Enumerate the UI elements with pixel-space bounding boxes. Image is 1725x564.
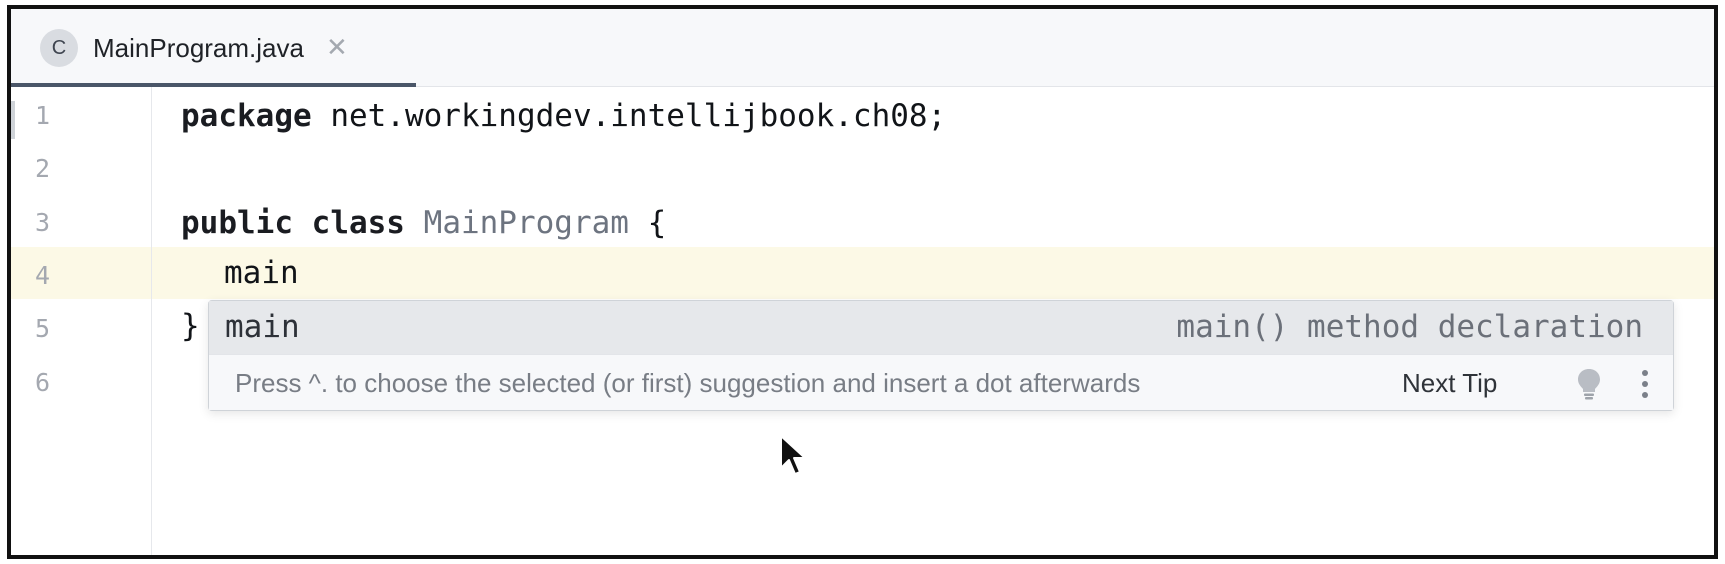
- tab-title: MainProgram.java: [93, 32, 304, 63]
- code-line-4: main: [224, 255, 299, 291]
- class-name: MainProgram: [423, 205, 629, 241]
- ide-window: C MainProgram.java ✕ 1 2 3 4 5 6 package…: [7, 5, 1718, 559]
- more-vertical-icon[interactable]: [1639, 368, 1651, 400]
- completion-tip-bar: Press ^. to choose the selected (or firs…: [209, 354, 1673, 410]
- close-icon[interactable]: ✕: [326, 35, 348, 61]
- editor-tab-bar: C MainProgram.java ✕: [11, 9, 1714, 88]
- class-icon: C: [40, 29, 78, 67]
- code-editor[interactable]: 1 2 3 4 5 6 package net.workingdev.intel…: [11, 87, 1714, 555]
- line-number: 5: [35, 314, 51, 343]
- next-tip-link[interactable]: Next Tip: [1402, 355, 1497, 412]
- completion-item-main[interactable]: main main() method declaration: [209, 301, 1673, 354]
- line-number: 6: [35, 368, 51, 397]
- line-number: 2: [35, 154, 51, 183]
- tab-mainprogram-java[interactable]: C MainProgram.java ✕: [11, 9, 416, 88]
- keyword-public: public: [181, 205, 293, 241]
- line-number: 1: [35, 101, 51, 130]
- code-line-5: }: [181, 308, 200, 344]
- code-line-1: package net.workingdev.intellijbook.ch08…: [181, 87, 946, 145]
- completion-popup: main main() method declaration Press ^. …: [208, 300, 1674, 411]
- keyword-class: class: [311, 205, 405, 241]
- line-number: 3: [35, 208, 51, 237]
- completion-item-name: main: [225, 309, 300, 345]
- keyword-package: package: [181, 98, 312, 134]
- gutter-marker: [11, 101, 15, 139]
- line-number: 4: [35, 261, 51, 290]
- line-number-gutter[interactable]: 1 2 3 4 5 6: [11, 87, 152, 555]
- package-name: net.workingdev.intellijbook.ch08;: [311, 98, 947, 134]
- tip-text: Press ^. to choose the selected (or firs…: [235, 368, 1141, 398]
- open-brace: {: [628, 205, 667, 241]
- lightbulb-icon[interactable]: [1574, 367, 1604, 401]
- completion-item-description: main() method declaration: [1176, 309, 1643, 345]
